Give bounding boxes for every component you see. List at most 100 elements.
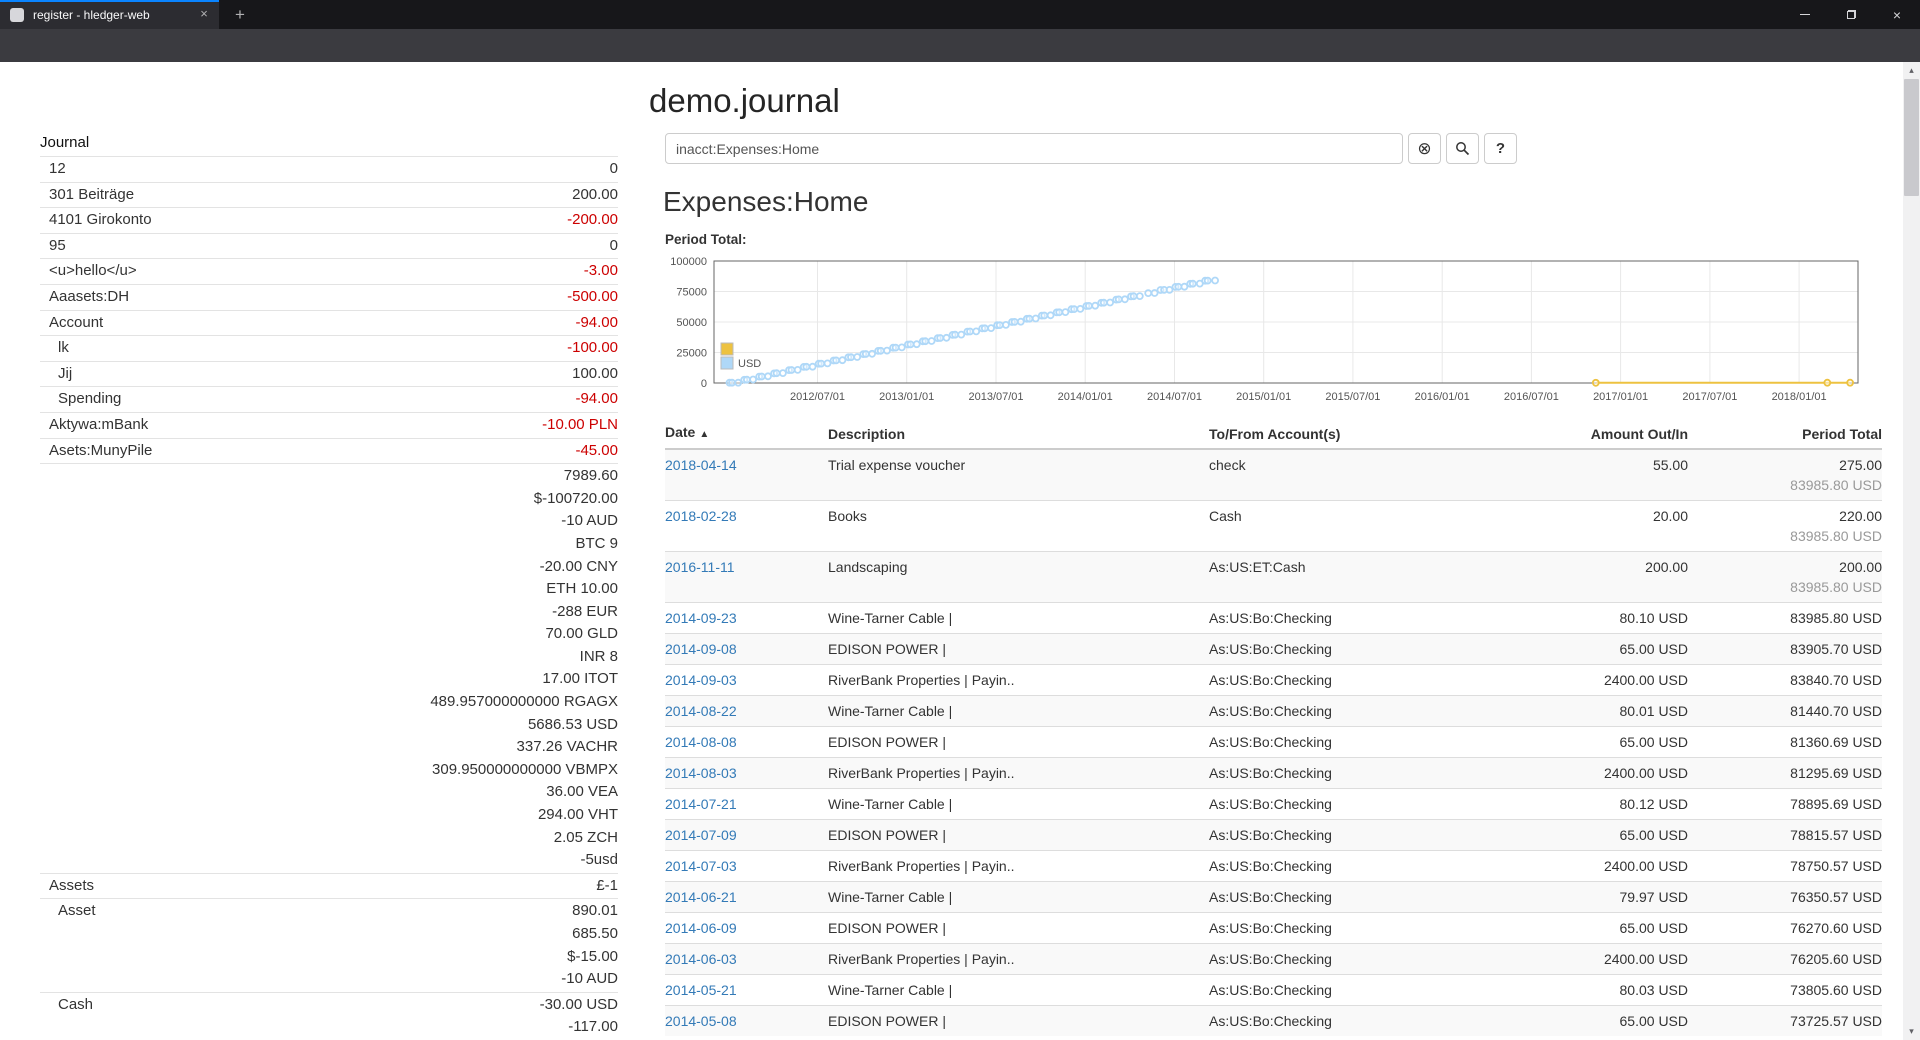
account-link[interactable]: 301 Beiträge xyxy=(40,184,134,207)
account-cell: As:US:Bo:Checking xyxy=(1209,789,1490,820)
register-row: 2014-06-09EDISON POWER |As:US:Bo:Checkin… xyxy=(665,913,1882,944)
register-row: 2016-11-11LandscapingAs:US:ET:Cash200.00… xyxy=(665,552,1882,603)
scrollbar-thumb[interactable] xyxy=(1904,79,1919,196)
account-link[interactable]: Aktywa:mBank xyxy=(40,414,148,437)
scroll-up-icon[interactable]: ▴ xyxy=(1903,62,1920,79)
transaction-date-link[interactable]: 2016-11-11 xyxy=(665,559,735,575)
period-total-line: 73725.57 USD xyxy=(1688,1011,1882,1031)
balance-amount: -288 EUR xyxy=(430,601,618,624)
svg-text:75000: 75000 xyxy=(676,287,707,299)
period-total-cell: 81440.70 USD xyxy=(1688,696,1882,727)
period-total-line: 83985.80 USD xyxy=(1688,526,1882,546)
minimize-button[interactable] xyxy=(1782,0,1828,29)
account-balance: -30.00 USD-117.00 xyxy=(540,994,618,1039)
period-total-cell: 76205.60 USD xyxy=(1688,944,1882,975)
transaction-date-link[interactable]: 2014-09-08 xyxy=(665,641,737,657)
account-row: lk-100.00 xyxy=(40,336,618,362)
account-link[interactable]: Spending xyxy=(40,388,121,411)
transaction-date-link[interactable]: 2014-06-03 xyxy=(665,951,737,967)
period-total-line: 81440.70 USD xyxy=(1688,701,1882,721)
account-link[interactable]: Asets:MunyPile xyxy=(40,440,152,463)
register-row: 2018-02-28BooksCash20.00220.0083985.80 U… xyxy=(665,501,1882,552)
page-content: demo.journal Journal 120301 Beiträge200.… xyxy=(0,62,1920,1040)
balance-amount: -500.00 xyxy=(567,286,618,309)
account-link[interactable]: <u>hello</u> xyxy=(40,260,137,283)
account-balance: 0 xyxy=(610,235,618,258)
account-link[interactable]: 95 xyxy=(40,235,66,258)
transaction-date-link[interactable]: 2014-06-21 xyxy=(665,889,737,905)
balance-amount: -45.00 xyxy=(575,440,618,463)
column-header-total[interactable]: Period Total xyxy=(1688,418,1882,449)
column-header-amount[interactable]: Amount Out/In xyxy=(1490,418,1688,449)
transaction-date-link[interactable]: 2014-07-09 xyxy=(665,827,737,843)
balance-amount: 2.05 ZCH xyxy=(430,827,618,850)
transaction-date-link[interactable]: 2018-04-14 xyxy=(665,457,737,473)
account-link[interactable]: Assets xyxy=(40,875,94,898)
tab-favicon-icon xyxy=(10,8,24,22)
transaction-date-link[interactable]: 2014-08-03 xyxy=(665,765,737,781)
account-link[interactable]: Aaasets:DH xyxy=(40,286,129,309)
restore-button[interactable] xyxy=(1828,0,1874,29)
transaction-date-link[interactable]: 2014-05-08 xyxy=(665,1013,737,1029)
period-total-cell: 83905.70 USD xyxy=(1688,634,1882,665)
account-link[interactable]: Account xyxy=(40,312,103,335)
register-heading: Expenses:Home xyxy=(663,186,868,218)
page-scrollbar[interactable]: ▴ ▾ xyxy=(1903,62,1920,1040)
transaction-date-link[interactable]: 2014-08-08 xyxy=(665,734,737,750)
transaction-date-link[interactable]: 2014-07-03 xyxy=(665,858,737,874)
transaction-date-link[interactable]: 2014-05-21 xyxy=(665,982,737,998)
account-balance: -3.00 xyxy=(584,260,618,283)
query-input[interactable] xyxy=(665,133,1403,164)
help-button[interactable]: ? xyxy=(1484,133,1517,164)
account-balance: -94.00 xyxy=(575,388,618,411)
account-balance: 0 xyxy=(610,158,618,181)
period-total-line: 78750.57 USD xyxy=(1688,856,1882,876)
account-cell: As:US:ET:Cash xyxy=(1209,552,1490,603)
tab-close-icon[interactable]: × xyxy=(196,6,212,21)
account-link[interactable]: Asset xyxy=(40,900,96,990)
svg-text:2017/07/01: 2017/07/01 xyxy=(1682,391,1737,403)
browser-tab[interactable]: register - hledger-web × xyxy=(0,0,219,29)
balance-amount: 36.00 VEA xyxy=(430,781,618,804)
transaction-date-link[interactable]: 2014-08-22 xyxy=(665,703,737,719)
amount-cell: 79.97 USD xyxy=(1490,882,1688,913)
column-header-description[interactable]: Description xyxy=(828,418,1209,449)
navigation-toolbar: ← → ↻ ⌂ i demo.hledger.org/register?q=in… xyxy=(0,29,1920,62)
column-header-account[interactable]: To/From Account(s) xyxy=(1209,418,1490,449)
transaction-date-link[interactable]: 2014-07-21 xyxy=(665,796,737,812)
date-cell: 2014-07-03 xyxy=(665,851,828,882)
description-cell: EDISON POWER | xyxy=(828,727,1209,758)
balance-amount: 100.00 xyxy=(572,363,618,386)
account-cell: As:US:Bo:Checking xyxy=(1209,758,1490,789)
account-row: Asset890.01685.50$-15.00-10 AUD xyxy=(40,899,618,992)
transaction-date-link[interactable]: 2018-02-28 xyxy=(665,508,737,524)
chart-title: Period Total: xyxy=(665,232,747,247)
period-total-cell: 76350.57 USD xyxy=(1688,882,1882,913)
account-row: 95 0 xyxy=(40,234,618,260)
account-link[interactable]: 4101 Girokonto xyxy=(40,209,152,232)
clear-query-button[interactable]: ⊗ xyxy=(1408,133,1441,164)
account-row: 7989.60$-100720.00-10 AUDBTC 9-20.00 CNY… xyxy=(40,464,618,874)
account-row: Cash -30.00 USD-117.00 xyxy=(40,993,618,1040)
balance-amount: -10 AUD xyxy=(561,968,618,991)
balance-amount: 17.00 ITOT xyxy=(430,668,618,691)
account-link[interactable]: 12 xyxy=(40,158,66,181)
account-link[interactable]: Jij xyxy=(40,363,72,386)
account-balance: -45.00 xyxy=(575,440,618,463)
balance-amount: 685.50 xyxy=(561,923,618,946)
column-header-date[interactable]: Date▲ xyxy=(665,418,828,449)
transaction-date-link[interactable]: 2014-09-23 xyxy=(665,610,737,626)
new-tab-button[interactable]: + xyxy=(228,3,252,27)
account-link[interactable]: lk xyxy=(40,337,69,360)
transaction-date-link[interactable]: 2014-06-09 xyxy=(665,920,737,936)
close-window-button[interactable]: × xyxy=(1874,0,1920,29)
transaction-date-link[interactable]: 2014-09-03 xyxy=(665,672,737,688)
sidebar-journal-link[interactable]: Journal xyxy=(40,130,618,157)
account-link[interactable]: Cash xyxy=(40,994,93,1039)
search-submit-button[interactable] xyxy=(1446,133,1479,164)
amount-cell: 55.00 xyxy=(1490,449,1688,501)
balance-amount: £-1 xyxy=(596,875,618,898)
svg-text:0: 0 xyxy=(701,378,707,390)
account-link[interactable] xyxy=(40,465,49,872)
scroll-down-icon[interactable]: ▾ xyxy=(1903,1023,1920,1040)
